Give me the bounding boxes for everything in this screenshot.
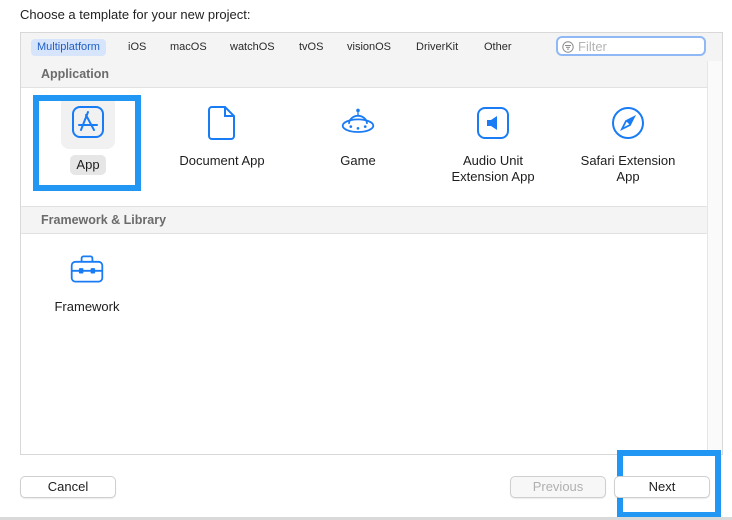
document-icon xyxy=(208,106,235,140)
selection-highlight-box xyxy=(33,95,141,191)
compass-icon xyxy=(612,107,644,139)
template-document-app[interactable]: Document App xyxy=(157,105,287,171)
tab-tvos[interactable]: tvOS xyxy=(295,39,327,56)
template-framework[interactable]: Framework xyxy=(22,251,152,317)
cancel-button[interactable]: Cancel xyxy=(20,476,116,498)
section-header-application: Application xyxy=(21,61,707,88)
platform-tab-bar: Multiplatform iOS macOS watchOS tvOS vis… xyxy=(21,33,722,62)
tab-macos[interactable]: macOS xyxy=(166,39,211,56)
tab-visionos[interactable]: visionOS xyxy=(343,39,395,56)
tab-ios[interactable]: iOS xyxy=(124,39,150,56)
scrollbar[interactable] xyxy=(707,61,722,454)
template-label: Document App xyxy=(179,153,265,168)
filter-icon xyxy=(562,41,574,53)
section-title: Framework & Library xyxy=(41,213,167,227)
game-ufo-icon xyxy=(341,108,375,133)
tab-other[interactable]: Other xyxy=(480,39,516,56)
template-label: Framework xyxy=(54,299,120,314)
filter-field[interactable] xyxy=(556,36,706,56)
section-title: Application xyxy=(41,67,110,81)
template-game[interactable]: Game xyxy=(293,105,423,171)
template-label-line1: Safari Extension xyxy=(580,153,676,168)
template-label-line2: App xyxy=(616,169,640,184)
section-header-framework-library: Framework & Library xyxy=(21,206,707,234)
dialog-title: Choose a template for your new project: xyxy=(20,7,251,22)
next-button[interactable]: Next xyxy=(614,476,710,498)
template-label-line2: Extension App xyxy=(451,169,535,184)
template-label: Game xyxy=(340,153,376,168)
filter-input[interactable] xyxy=(578,39,698,53)
tab-watchos[interactable]: watchOS xyxy=(226,39,279,56)
template-label-line1: Audio Unit xyxy=(463,153,523,168)
previous-button[interactable]: Previous xyxy=(510,476,606,498)
tab-multiplatform[interactable]: Multiplatform xyxy=(31,39,106,56)
audio-unit-icon xyxy=(477,107,509,139)
template-safari-extension-app[interactable]: Safari Extension App xyxy=(563,105,693,187)
tab-driverkit[interactable]: DriverKit xyxy=(412,39,462,56)
toolbox-icon xyxy=(70,255,104,283)
template-audio-unit-extension-app[interactable]: Audio Unit Extension App xyxy=(428,105,558,187)
